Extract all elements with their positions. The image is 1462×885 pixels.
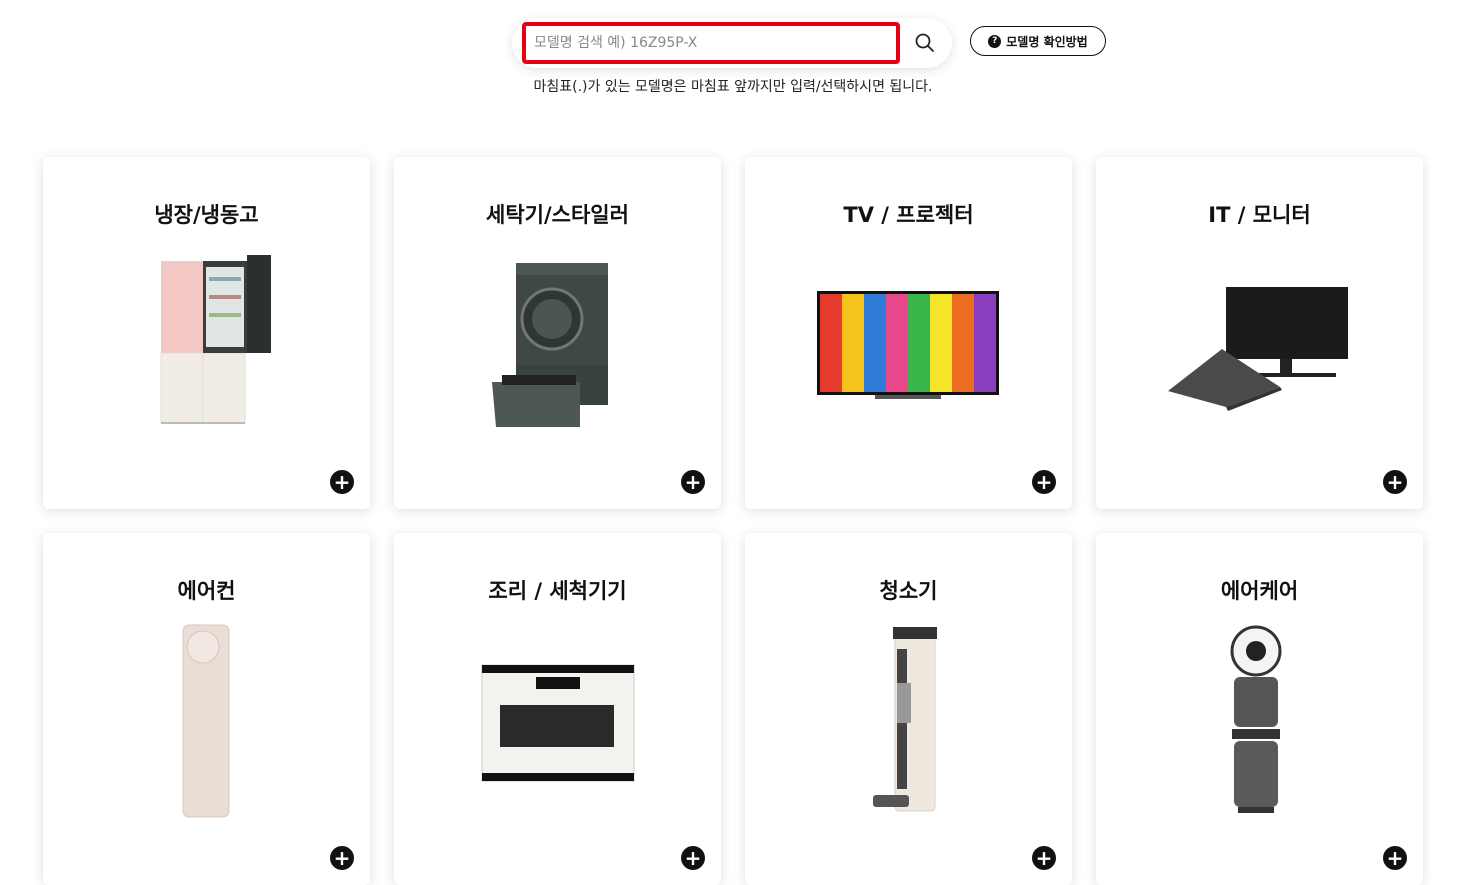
laptop-monitor-image — [1168, 287, 1348, 411]
tv-image — [817, 291, 999, 399]
air-purifier-image — [1230, 625, 1282, 813]
expand-plus-icon[interactable]: + — [681, 470, 705, 494]
expand-plus-icon[interactable]: + — [330, 470, 354, 494]
search-icon — [915, 33, 934, 52]
category-card-it-monitor[interactable]: IT / 모니터 + — [1096, 157, 1423, 509]
oven-image — [481, 664, 635, 782]
model-search-input[interactable] — [526, 26, 896, 60]
category-title: 에어케어 — [1220, 579, 1299, 603]
expand-plus-icon[interactable]: + — [330, 846, 354, 870]
expand-plus-icon[interactable]: + — [1383, 846, 1407, 870]
category-title: 청소기 — [879, 579, 938, 603]
search-field-frame — [522, 22, 900, 64]
category-card-washer[interactable]: 세탁기/스타일러 + — [394, 157, 721, 509]
air-conditioner-image — [182, 624, 230, 818]
expand-plus-icon[interactable]: + — [681, 846, 705, 870]
model-howto-label: 모델명 확인방법 — [1006, 34, 1088, 49]
vacuum-image — [873, 627, 937, 812]
model-howto-button[interactable]: ? 모델명 확인방법 — [970, 26, 1106, 56]
category-title: IT / 모니터 — [1208, 203, 1311, 227]
search-button[interactable] — [914, 32, 936, 54]
question-icon: ? — [988, 34, 1002, 48]
category-card-tv[interactable]: TV / 프로젝터 + — [745, 157, 1072, 509]
category-title: 세탁기/스타일러 — [486, 203, 629, 227]
search-bar — [512, 18, 952, 68]
category-title: TV / 프로젝터 — [843, 203, 974, 227]
category-card-vacuum[interactable]: 청소기 + — [745, 533, 1072, 885]
category-card-air-conditioner[interactable]: 에어컨 + — [43, 533, 370, 885]
category-title: 에어컨 — [177, 579, 236, 603]
washer-image — [492, 263, 608, 427]
refrigerator-image — [160, 255, 271, 424]
category-card-cooking[interactable]: 조리 / 세척기기 + — [394, 533, 721, 885]
category-title: 냉장/냉동고 — [154, 203, 259, 227]
category-card-refrigerator[interactable]: 냉장/냉동고 + — [43, 157, 370, 509]
expand-plus-icon[interactable]: + — [1383, 470, 1407, 494]
category-title: 조리 / 세척기기 — [488, 579, 627, 603]
search-hint-text: 마침표(.)가 있는 모델명은 마침표 앞까지만 입력/선택하시면 됩니다. — [533, 79, 933, 95]
expand-plus-icon[interactable]: + — [1032, 470, 1056, 494]
category-card-air-care[interactable]: 에어케어 + — [1096, 533, 1423, 885]
expand-plus-icon[interactable]: + — [1032, 846, 1056, 870]
